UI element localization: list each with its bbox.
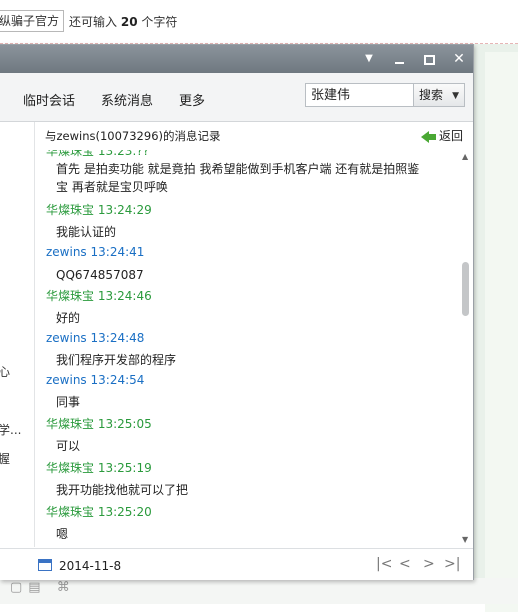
titlebar: ▼ ✕ [0,45,473,73]
left-panel-item[interactable]: 心 [0,363,10,380]
scroll-up-icon[interactable]: ▲ [462,152,468,161]
message-sender: zewins 13:24:41 [46,245,145,259]
prev-page-button[interactable]: < [399,556,411,572]
left-panel: 心 学... 握 天 [0,122,35,547]
back-button[interactable]: 返回 [421,127,463,144]
hint-prefix: 还可输入 [69,15,118,29]
message-sender: 华燦珠宝 13:25:19 [46,461,152,475]
message-text: 我能认证的 [56,225,117,239]
dropdown-icon[interactable]: ▼ [359,49,379,69]
footer: 2014-11-8 |< < > >| [0,548,473,580]
message-text: 首先 是拍卖功能 就是竟拍 我希望能做到手机客户端 还有就是拍照鉴宝 再者就是宝… [56,162,420,194]
tab-more[interactable]: 更多 [179,90,205,109]
message-input[interactable]: 纵骗子官方 [0,10,64,32]
message-sender: 华燦珠宝 13:23:?? [46,150,150,158]
message-sender: zewins 13:24:54 [46,373,145,387]
scroll-down-icon[interactable]: ▼ [462,535,468,544]
message-list: 华燦珠宝 13:23:?? 首先 是拍卖功能 就是竟拍 我希望能做到手机客户端 … [35,150,459,547]
message-sender: 华燦珠宝 13:25:20 [46,505,152,519]
background-right-inner [485,52,518,612]
left-panel-item[interactable]: 握 [0,450,10,467]
date-label: 2014-11-8 [59,559,122,573]
maximize-icon[interactable] [419,49,439,69]
message-sender: zewins 13:24:48 [46,331,145,345]
bottom-icons: ▢▤ ⌘ [10,580,76,595]
next-page-button[interactable]: > [423,556,435,572]
message-sender: 华燦珠宝 13:24:29 [46,203,152,217]
message-text: 可以 [56,439,81,453]
message-sender: 华燦珠宝 13:24:46 [46,289,152,303]
close-icon[interactable]: ✕ [449,49,469,69]
caret-down-icon: ▼ [452,91,459,101]
hint-suffix: 个字符 [141,15,178,29]
left-panel-item[interactable]: 学... [0,421,21,438]
hint-count: 20 [120,15,138,29]
scroll-thumb[interactable] [462,262,469,316]
message-text: 嗯 [56,527,69,541]
search-button[interactable]: 搜索 ▼ [413,83,465,107]
message-text: 我们程序开发部的程序 [56,353,177,367]
message-text: QQ674857087 [56,268,144,282]
tab-system-messages[interactable]: 系统消息 [101,90,153,109]
toolbar: 临时会话 系统消息 更多 张建伟 搜索 ▼ [0,73,473,122]
message-text: 我开功能找他就可以了把 [56,483,189,497]
search-button-label: 搜索 [419,88,444,102]
last-page-button[interactable]: >| [444,556,460,572]
message-text: 好的 [56,311,81,325]
back-label: 返回 [439,129,464,143]
char-limit-hint: 还可输入 20 个字符 [69,13,177,30]
calendar-icon[interactable] [38,559,52,571]
background-bottom [0,578,518,604]
tab-temp-chat[interactable]: 临时会话 [23,90,75,109]
message-text: 同事 [56,395,81,409]
back-arrow-icon [421,130,436,143]
search-input[interactable]: 张建伟 [305,83,413,107]
message-sender: 华燦珠宝 13:25:05 [46,417,152,431]
minimize-icon[interactable] [389,49,409,69]
scrollbar[interactable]: ▲ ▼ [459,150,473,547]
first-page-button[interactable]: |< [376,556,392,572]
history-window: ▼ ✕ 临时会话 系统消息 更多 张建伟 搜索 ▼ 心 学... 握 天 与ze… [0,44,474,580]
history-title: 与zewins(10073296)的消息记录 [45,129,221,143]
history-header: 与zewins(10073296)的消息记录 返回 [35,122,473,150]
